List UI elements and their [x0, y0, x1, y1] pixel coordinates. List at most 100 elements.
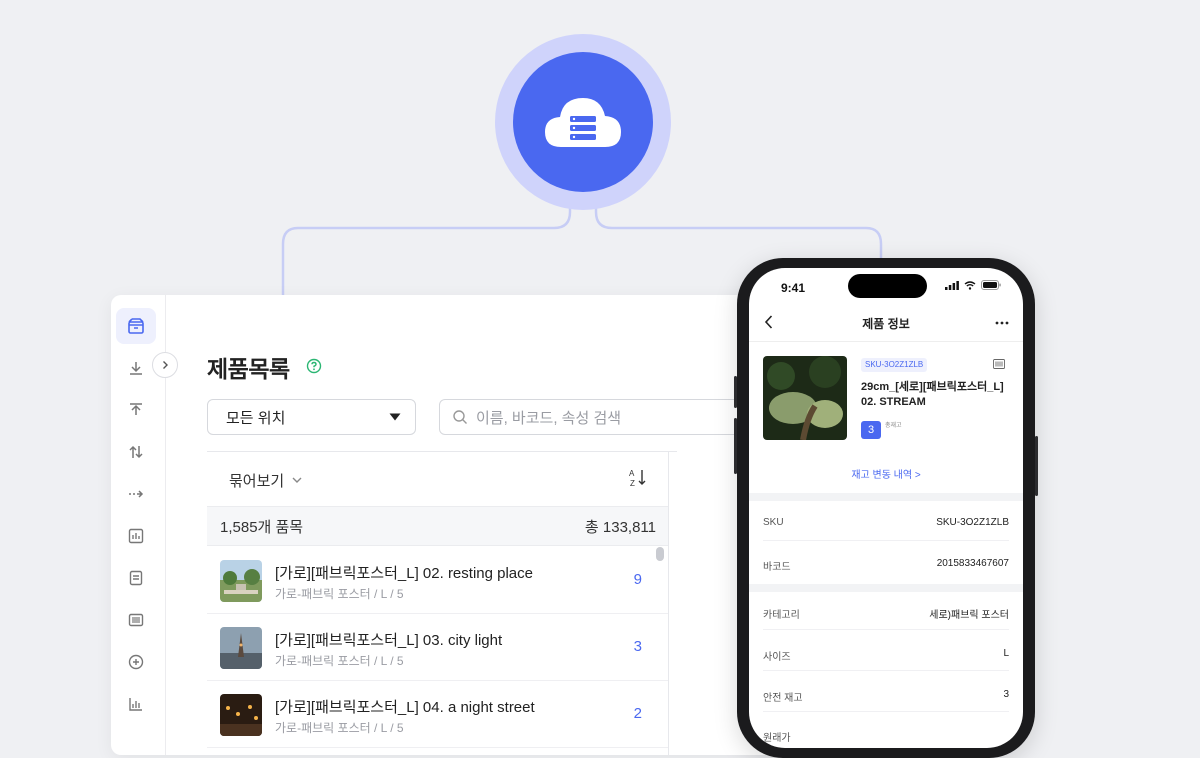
product-name: 29cm_[세로][패브릭포스터_L] 02. STREAM	[861, 381, 1004, 408]
battery-icon	[981, 280, 1001, 290]
product-category: 가로-패브릭 포스터 / L / 5	[275, 654, 404, 668]
product-quantity: 2	[633, 705, 642, 722]
box-icon	[128, 318, 144, 334]
group-by-dropdown[interactable]: 묶어보기	[229, 470, 302, 491]
product-category: 가로-패브릭 포스터 / L / 5	[275, 721, 404, 735]
sidebar-item-outbound[interactable]	[116, 392, 156, 428]
field-category: 카테고리 세로)패브릭 포스터	[763, 606, 1009, 621]
product-row[interactable]: [가로][패브릭포스터_L] 04. a night street 가로-패브릭…	[207, 681, 668, 748]
chevron-down-icon	[292, 477, 302, 483]
field-label: 사이즈	[763, 652, 791, 663]
list-scrollbar[interactable]	[656, 547, 664, 561]
more-icon[interactable]	[995, 321, 1009, 325]
field-value: L	[1003, 648, 1009, 659]
cloud-server-icon	[513, 52, 653, 192]
status-time: 9:41	[781, 281, 806, 295]
chart-box-icon	[128, 528, 144, 544]
bar-chart-icon	[129, 698, 142, 711]
sort-az-icon[interactable]: A Z	[627, 467, 649, 489]
sidebar-item-barcode[interactable]	[116, 602, 156, 638]
divider	[668, 451, 669, 755]
signal-icon	[945, 280, 959, 290]
product-thumbnail-night	[220, 694, 262, 736]
sidebar-item-inbound[interactable]	[116, 350, 156, 386]
field-cost: 원래가	[763, 729, 1009, 744]
phone-button	[734, 376, 737, 408]
product-quantity: 3	[633, 638, 642, 655]
plus-circle-icon	[128, 654, 144, 670]
sidebar-item-adjust[interactable]	[116, 434, 156, 470]
field-label: SKU	[763, 517, 784, 528]
search-icon	[453, 410, 467, 424]
sidebar-item-products[interactable]	[116, 308, 156, 344]
sidebar-item-add[interactable]	[116, 644, 156, 680]
search-placeholder: 이름, 바코드, 속성 검색	[476, 409, 622, 427]
dynamic-island	[848, 274, 927, 298]
sidebar-item-report[interactable]	[116, 518, 156, 554]
download-arrow-icon	[130, 362, 142, 375]
stock-history-link[interactable]: 재고 변동 내역 >	[749, 466, 1023, 481]
divider	[763, 711, 1009, 712]
barcode-icon	[128, 613, 144, 627]
field-label: 바코드	[763, 562, 791, 573]
field-sku: SKU SKU-3O2Z1ZLB	[763, 517, 1009, 528]
wifi-icon	[964, 280, 976, 290]
page-title: 제품목록	[207, 356, 290, 382]
list-summary: 1,585개 품목 총 133,811	[207, 506, 668, 546]
product-row[interactable]: [가로][패브릭포스터_L] 02. resting place 가로-패브릭 …	[207, 547, 668, 614]
section-gap	[749, 493, 1023, 501]
svg-text:Z: Z	[630, 479, 635, 488]
search-input[interactable]: 이름, 바코드, 속성 검색	[439, 399, 759, 435]
phone-screen: 9:41 제품 정보 SKU-3O2Z1ZLB 29cm_[세로][패브릭포스터…	[749, 268, 1023, 748]
product-thumbnail-tower	[220, 627, 262, 669]
total-quantity: 총 133,811	[584, 518, 656, 536]
item-count: 1,585개 품목	[220, 518, 304, 536]
sidebar-item-move[interactable]	[116, 476, 156, 512]
field-label: 안전 재고	[763, 693, 803, 704]
product-name: [가로][패브릭포스터_L] 02. resting place	[275, 565, 533, 582]
section-gap	[749, 584, 1023, 592]
product-quantity: 9	[633, 571, 642, 588]
divider	[763, 540, 1009, 541]
location-select[interactable]: 모든 위치	[207, 399, 416, 435]
move-arrow-icon	[129, 490, 144, 498]
sidebar-item-stats[interactable]	[116, 686, 156, 722]
product-category: 가로-패브릭 포스터 / L / 5	[275, 587, 404, 601]
field-value: 3	[1003, 689, 1009, 700]
stock-quantity: 3	[861, 421, 881, 439]
sidebar-expand-button[interactable]	[152, 352, 178, 378]
field-value: 세로)패브릭 포스터	[929, 610, 1009, 621]
product-image	[763, 356, 847, 440]
mobile-phone: 9:41 제품 정보 SKU-3O2Z1ZLB 29cm_[세로][패브릭포스터…	[734, 258, 1038, 758]
phone-button	[1035, 436, 1038, 496]
field-safety-stock: 안전 재고 3	[763, 689, 1009, 704]
divider	[763, 670, 1009, 671]
divider	[749, 341, 1023, 342]
field-barcode: 바코드 2015833467607	[763, 558, 1009, 573]
field-value: 2015833467607	[936, 558, 1009, 569]
sidebar-item-document[interactable]	[116, 560, 156, 596]
chevron-right-icon	[163, 361, 168, 369]
product-row[interactable]: [가로][패브릭포스터_L] 03. city light 가로-패브릭 포스터…	[207, 614, 668, 681]
group-by-label: 묶어보기	[229, 473, 285, 490]
location-select-value: 모든 위치	[226, 409, 286, 427]
product-name: [가로][패브릭포스터_L] 03. city light	[275, 632, 503, 649]
help-icon[interactable]	[306, 358, 322, 374]
product-thumbnail-park	[220, 560, 262, 602]
field-label: 카테고리	[763, 610, 800, 621]
document-icon	[129, 570, 143, 586]
svg-text:A: A	[629, 469, 635, 478]
desktop-window: 제품목록 모든 위치 이름, 바코드, 속성 검색 묶어보기 A Z 1,585…	[111, 295, 811, 755]
divider	[763, 629, 1009, 630]
screen-title: 제품 정보	[862, 317, 910, 331]
divider	[207, 451, 677, 452]
product-name: [가로][패브릭포스터_L] 04. a night street	[275, 699, 535, 716]
barcode-icon[interactable]	[993, 359, 1005, 369]
status-icons	[945, 280, 1001, 290]
caret-down-icon	[389, 413, 401, 421]
sku-badge: SKU-3O2Z1ZLB	[861, 358, 928, 372]
phone-button	[734, 418, 737, 474]
swap-arrows-icon	[129, 445, 143, 459]
upload-arrow-icon	[130, 403, 142, 415]
field-size: 사이즈 L	[763, 648, 1009, 663]
